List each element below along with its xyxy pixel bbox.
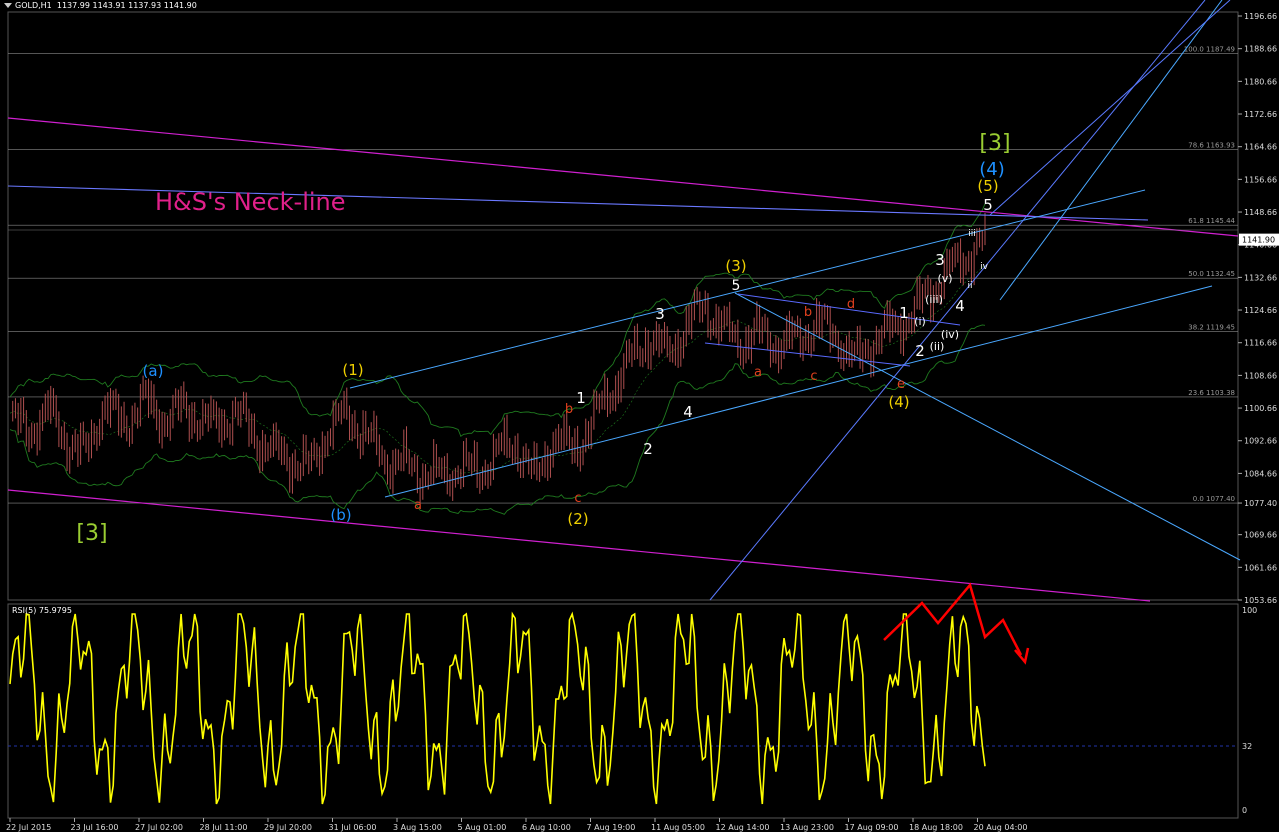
fib-label: 100.0 1187.49 xyxy=(1184,45,1235,53)
magenta-upper-line xyxy=(7,117,1239,237)
wave-label: a xyxy=(414,498,422,513)
price-tick-label: 1172.66 xyxy=(1244,110,1277,119)
price-tick-label: 1061.66 xyxy=(1244,563,1277,572)
price-tick-label: 1116.66 xyxy=(1244,339,1277,348)
wave-label: (a) xyxy=(143,362,164,380)
price-tick-label: 1084.66 xyxy=(1244,469,1277,478)
wave-label: c xyxy=(810,369,817,384)
price-tick-label: 1164.66 xyxy=(1244,143,1277,152)
wave-label: 5 xyxy=(983,196,993,214)
steep-line-c xyxy=(989,0,1231,216)
price-tick-label: 1069.66 xyxy=(1244,531,1277,540)
steep-line-b xyxy=(999,0,1223,301)
rsi-label: RSI(5) 75.9795 xyxy=(12,606,72,615)
price-panel-frame xyxy=(7,11,1239,601)
trend-lines: H&S's Neck-line xyxy=(7,0,1241,602)
wave-label: 3 xyxy=(655,305,665,323)
time-tick-label: 20 Aug 04:00 xyxy=(974,823,1028,832)
price-tick-label: 1077.40 xyxy=(1244,499,1277,508)
wave-label: (1) xyxy=(342,361,363,379)
price-tick-label: 1100.66 xyxy=(1244,404,1277,413)
time-tick-label: 18 Aug 18:00 xyxy=(909,823,963,832)
price-tick-label: 1132.66 xyxy=(1244,273,1277,282)
current-price-label: 1141.90 xyxy=(1242,236,1275,245)
price-tick-label: 1053.66 xyxy=(1244,596,1277,605)
time-tick-label: 17 Aug 09:00 xyxy=(845,823,899,832)
chart-canvas[interactable]: 100.0 1187.4978.6 1163.9361.8 1145.4450.… xyxy=(0,0,1279,832)
time-tick-label: 29 Jul 20:00 xyxy=(264,823,312,832)
wave-label: iii xyxy=(968,229,976,239)
time-tick-label: 27 Jul 02:00 xyxy=(135,823,183,832)
wave-label: (iv) xyxy=(941,328,959,341)
wave-label: 1 xyxy=(899,304,909,322)
price-tick-label: 1124.66 xyxy=(1244,306,1277,315)
wave-label: 2 xyxy=(643,440,653,458)
rsi-level-label: 32 xyxy=(1242,742,1252,751)
time-tick-label: 31 Jul 06:00 xyxy=(329,823,377,832)
magenta-lower-line xyxy=(7,489,1151,602)
wave-label: (ii) xyxy=(930,340,945,353)
hidden xyxy=(734,292,1241,561)
wave-label: b xyxy=(804,305,812,320)
rsi-level-label: 100 xyxy=(1242,606,1257,615)
wave-label: (4) xyxy=(979,159,1005,180)
rsi-line xyxy=(9,611,986,805)
wave-label: (iii) xyxy=(925,293,943,306)
price-tick-label: 1156.66 xyxy=(1244,175,1277,184)
time-tick-label: 22 Jul 2015 xyxy=(6,823,51,832)
time-tick-label: 12 Aug 14:00 xyxy=(716,823,770,832)
wave-label: (2) xyxy=(567,510,588,528)
fib-label: 61.8 1145.44 xyxy=(1188,217,1235,225)
wave-label: 1 xyxy=(576,389,586,407)
wave-label: (4) xyxy=(888,393,909,411)
fib-label: 50.0 1132.45 xyxy=(1188,270,1235,278)
wave-label: (3) xyxy=(725,257,746,275)
time-tick-label: 13 Aug 23:00 xyxy=(780,823,834,832)
price-tick-label: 1108.66 xyxy=(1244,371,1277,380)
fib-label: 78.6 1163.93 xyxy=(1188,142,1235,150)
fib-label: 23.6 1103.38 xyxy=(1188,389,1235,397)
fib-label: 0.0 1077.40 xyxy=(1193,495,1235,503)
wave-label: 4 xyxy=(955,297,965,315)
wave-label: (i) xyxy=(914,315,926,328)
neckline-annotation: H&S's Neck-line xyxy=(155,188,346,216)
time-tick-label: 11 Aug 05:00 xyxy=(651,823,705,832)
time-tick-label: 23 Jul 16:00 xyxy=(71,823,119,832)
price-tick-label: 1188.66 xyxy=(1244,45,1277,54)
wave-label: d xyxy=(847,297,855,312)
wave-label: [3] xyxy=(979,131,1010,156)
time-tick-label: 3 Aug 15:00 xyxy=(393,823,442,832)
price-tick-label: 1180.66 xyxy=(1244,77,1277,86)
wave-label: 2 xyxy=(915,342,925,360)
time-tick-label: 28 Jul 11:00 xyxy=(200,823,248,832)
price-tick-label: 1148.66 xyxy=(1244,208,1277,217)
wave-label: 3 xyxy=(935,251,945,269)
rsi-panel xyxy=(8,582,1238,805)
wave-label: c xyxy=(574,491,581,506)
wave-label: b xyxy=(565,402,573,417)
price-tick-label: 1092.66 xyxy=(1244,437,1277,446)
price-tick-label: 1196.66 xyxy=(1244,12,1277,21)
wave-label: (b) xyxy=(330,506,351,524)
wave-label: [3] xyxy=(76,521,107,546)
wave-label: (v) xyxy=(937,272,952,285)
time-tick-label: 5 Aug 01:00 xyxy=(458,823,507,832)
wave-label: 5 xyxy=(732,278,741,294)
time-tick-label: 6 Aug 10:00 xyxy=(522,823,571,832)
wave-label: ii xyxy=(967,281,972,291)
rsi-level-label: 0 xyxy=(1242,806,1247,815)
channel-lower xyxy=(384,285,1213,498)
fibonacci-levels: 100.0 1187.4978.6 1163.9361.8 1145.4450.… xyxy=(8,45,1238,504)
wave-label: 4 xyxy=(683,403,693,421)
wave-label: iv xyxy=(980,262,989,272)
arrow-head-icon xyxy=(1014,647,1030,665)
wave-label: e xyxy=(897,377,905,392)
wave-label: a xyxy=(754,365,762,380)
time-tick-label: 7 Aug 19:00 xyxy=(587,823,636,832)
channel-upper xyxy=(349,189,1146,389)
fib-label: 38.2 1119.45 xyxy=(1188,323,1235,331)
